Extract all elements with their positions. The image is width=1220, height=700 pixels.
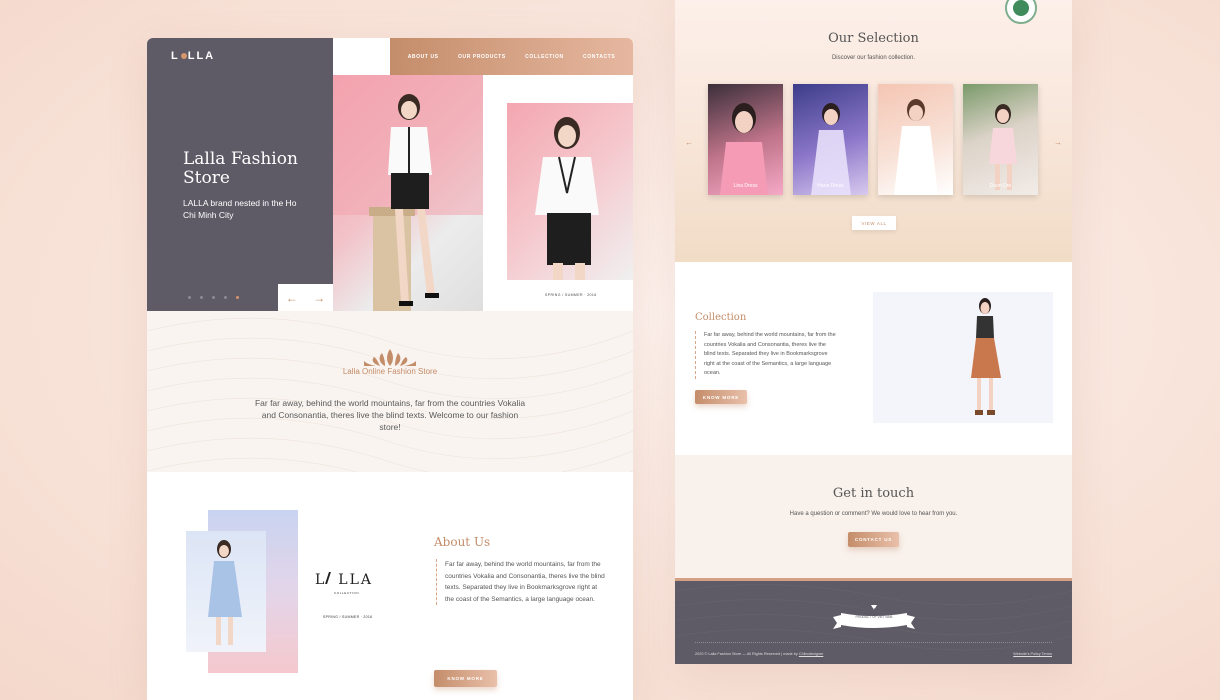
nav-contacts[interactable]: CONTACTS [583,54,615,60]
copyright-text: 2020 © Lalla Fashion Store — All Rights … [695,652,798,656]
about-text: Far far away, behind the world mountains… [436,559,606,605]
wave-pattern [147,317,633,472]
nested-ribbon-badge: NESTED IN THE HCM PRODUCT OF VIET NAM [831,603,917,638]
collection-photo-model [873,292,1053,423]
about-photo-model [186,531,266,652]
sun-icon [180,53,187,59]
carousel-dot[interactable] [200,296,203,299]
logo-text-b: LLA [187,50,216,62]
product-card[interactable]: Dunn Dre [963,84,1038,195]
about-season-caption: SPRING / SUMMER · 2016 [323,615,373,619]
collection-title: Collection [695,312,747,323]
carousel-dot-active[interactable] [236,296,239,299]
author-link[interactable]: Chibodesigner [799,652,824,656]
certified-badge-icon [1005,0,1037,24]
collection-know-more-button[interactable]: KNOW MORE [695,390,747,404]
season-caption: SPRING / SUMMER · 2016 [545,293,597,297]
policy-links: Website's Policy Terms [1013,652,1052,656]
inner-page-preview: Our Selection Discover our fashion colle… [675,0,1072,664]
ribbon-top-text: NESTED IN THE HCM [852,607,896,612]
main-nav: ABOUT US OUR PRODUCTS COLLECTION CONTACT… [390,38,633,75]
carousel-dot[interactable] [224,296,227,299]
carousel-dot[interactable] [188,296,191,299]
contact-us-button[interactable]: CONTACT US [848,532,899,547]
logo[interactable]: L LLA [171,50,215,62]
footer: NESTED IN THE HCM PRODUCT OF VIET NAM 20… [675,581,1072,664]
hero-subtitle: LALLA brand nested in the Ho Chi Minh Ci… [183,198,297,220]
about-brand-logo: L LLA [315,572,373,588]
selection-section: Our Selection Discover our fashion colle… [675,0,1072,262]
arrow-left-icon[interactable]: ← [685,138,693,147]
nav-collection[interactable]: COLLECTION [525,54,564,60]
arrow-right-icon[interactable]: → [313,291,325,305]
product-card-label: Hana Dress [817,183,844,189]
hero-photo-model-sitting [333,75,483,311]
selection-title: Our Selection [828,31,919,46]
product-card[interactable]: Tar Dress [878,84,953,195]
intro-text: Far far away, behind the world mountains… [254,398,526,432]
carousel-dots [188,296,239,299]
contact-section: Get in touch Have a question or comment?… [675,455,1072,579]
intro-section: Lalla Online Fashion Store Far far away,… [147,311,633,472]
product-card[interactable]: Lina Dress [708,84,783,195]
hero-title: Lalla Fashion Store [183,149,298,188]
nav-about-us[interactable]: ABOUT US [408,54,439,60]
logo-text-a: L [171,50,180,62]
product-card[interactable]: Hana Dress [793,84,868,195]
about-logo-subtitle: COLLECTION [334,591,360,595]
collection-section: Collection Far far away, behind the worl… [675,262,1072,455]
selection-subtitle: Discover our fashion collection. [831,55,916,61]
arrow-right-icon[interactable]: → [1054,138,1062,147]
nav-our-products[interactable]: OUR PRODUCTS [458,54,506,60]
footer-dotted-line [695,642,1052,643]
hero-section: L LLA ABOUT US OUR PRODUCTS COLLECTION CO… [147,38,633,311]
carousel-dot[interactable] [212,296,215,299]
about-title: About Us [434,535,491,549]
product-card-label: Lina Dress [733,183,758,189]
product-card-label: Tar Dress [904,183,927,189]
about-know-more-button[interactable]: KNOW MORE [434,670,497,687]
ribbon-bottom-text: PRODUCT OF VIET NAM [855,615,893,619]
policy-terms-link[interactable]: Website's Policy Terms [1013,652,1052,656]
view-all-button[interactable]: VIEW ALL [852,216,896,230]
contact-subtitle: Have a question or comment? We would lov… [789,511,958,517]
homepage-preview: L LLA ABOUT US OUR PRODUCTS COLLECTION CO… [147,38,633,700]
about-logo-text-b: LLA [338,572,374,588]
intro-brand-name: Lalla Online Fashion Store [342,367,438,376]
arrow-left-icon[interactable]: ← [286,291,298,305]
product-card-label: Dunn Dre [989,183,1012,189]
about-logo-text-a: L [315,572,327,588]
hero-photo-model-standing [507,103,633,280]
hero-photo-secondary: SPRING / SUMMER · 2016 [483,75,633,311]
carousel-arrows: ← → [278,284,333,311]
collection-text: Far far away, behind the world mountains… [695,331,837,379]
lotus-logo-icon [364,349,416,366]
contact-title: Get in touch [832,486,915,501]
copyright: 2020 © Lalla Fashion Store — All Rights … [695,652,823,656]
about-section: L LLA COLLECTION SPRING / SUMMER · 2016 A… [147,472,633,700]
